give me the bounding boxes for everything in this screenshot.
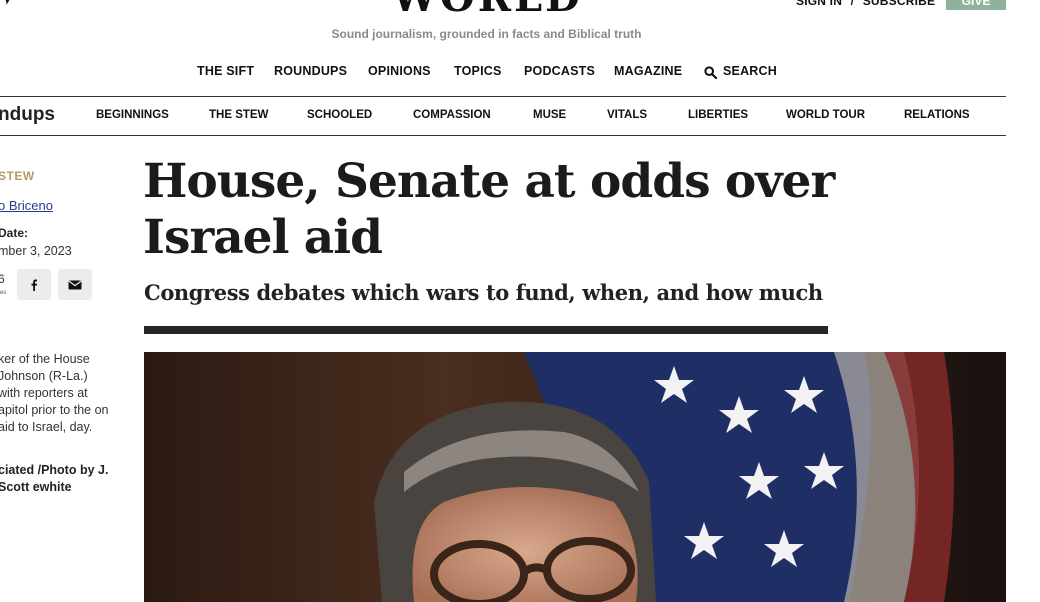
- article-kicker[interactable]: STEW: [0, 169, 35, 183]
- photo-credit: ciated /Photo by J. Scott ewhite: [0, 463, 109, 494]
- publish-date: mber 3, 2023: [0, 244, 72, 258]
- search-icon[interactable]: [704, 66, 717, 79]
- article-headline: House, Senate at odds over Israel aid: [143, 154, 835, 265]
- section-world-tour[interactable]: WORLD TOUR: [786, 109, 865, 121]
- section-beginnings[interactable]: BEGINNINGS: [96, 109, 169, 121]
- subscribe-link[interactable]: SUBSCRIBE: [863, 0, 935, 8]
- account-separator: /: [850, 0, 855, 8]
- share-count-label: res: [0, 290, 7, 296]
- date-label: Date:: [0, 226, 29, 240]
- nav-magazine[interactable]: MAGAZINE: [614, 64, 682, 78]
- article-dek: Congress debates which wars to fund, whe…: [144, 280, 823, 305]
- facebook-share-button[interactable]: [17, 269, 51, 300]
- give-button[interactable]: GIVE: [946, 0, 1006, 10]
- site-logo[interactable]: WORLD: [392, 0, 583, 18]
- nav-roundups[interactable]: ROUNDUPS: [274, 64, 347, 78]
- sign-in-link[interactable]: SIGN IN: [796, 0, 842, 8]
- nav-podcasts[interactable]: PODCASTS: [524, 64, 595, 78]
- section-schooled[interactable]: SCHOOLED: [307, 109, 372, 121]
- section-vitals[interactable]: VITALS: [607, 109, 647, 121]
- author-link[interactable]: o Briceno: [0, 198, 53, 213]
- nav-opinions[interactable]: OPINIONS: [368, 64, 431, 78]
- email-share-button[interactable]: [58, 269, 92, 300]
- section-muse[interactable]: MUSE: [533, 109, 566, 121]
- nav-bottom-divider: [0, 135, 1006, 136]
- section-relations[interactable]: RELATIONS: [904, 109, 970, 121]
- email-icon: [68, 280, 82, 289]
- section-nav-brand[interactable]: ndups: [0, 104, 55, 126]
- section-liberties[interactable]: LIBERTIES: [688, 109, 748, 121]
- section-compassion[interactable]: COMPASSION: [413, 109, 491, 121]
- facebook-icon: [31, 279, 37, 291]
- nav-topics[interactable]: TOPICS: [454, 64, 502, 78]
- account-links: SIGN IN / SUBSCRIBE: [796, 0, 935, 8]
- hero-photo: [144, 352, 1006, 602]
- nav-top-divider: [0, 96, 1006, 97]
- site-tagline: Sound journalism, grounded in facts and …: [331, 27, 642, 41]
- share-count: 6: [0, 272, 5, 286]
- nav-the-sift[interactable]: THE SIFT: [197, 64, 254, 78]
- nav-search[interactable]: SEARCH: [723, 64, 777, 78]
- main-nav: THE SIFT ROUNDUPS OPINIONS TOPICS PODCAS…: [0, 64, 1040, 82]
- section-the-stew[interactable]: THE STEW: [209, 109, 268, 121]
- bird-icon[interactable]: [0, 0, 14, 6]
- headline-rule: [144, 326, 828, 334]
- photo-caption: ker of the House Johnson (R-La.) with re…: [0, 352, 109, 434]
- give-button-label: GIVE: [961, 0, 991, 8]
